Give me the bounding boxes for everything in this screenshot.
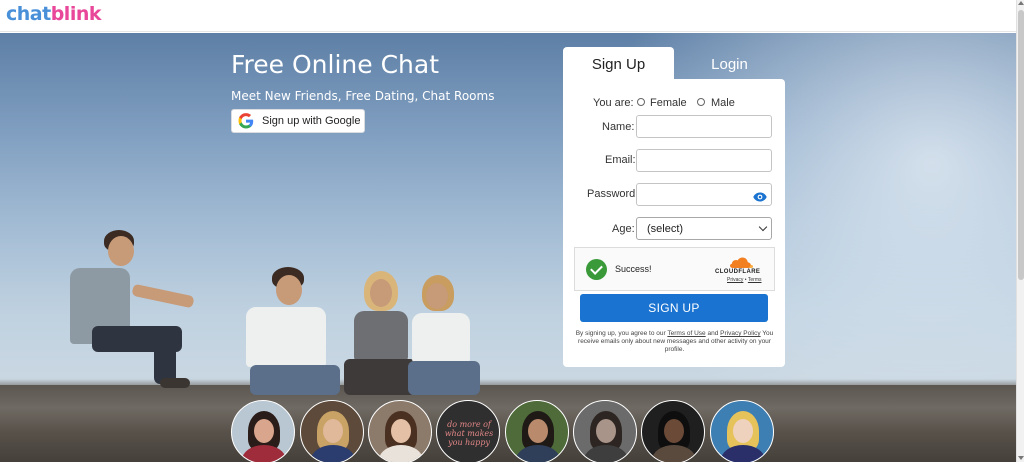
scroll-up-icon[interactable] <box>1018 1 1024 5</box>
you-are-label: You are: <box>593 97 634 109</box>
hero-person <box>240 267 350 397</box>
age-select-value: (select) <box>647 222 684 235</box>
cloudflare-links: Privacy • Terms <box>727 277 762 283</box>
logo-part-2: blink <box>50 3 102 25</box>
cloudflare-terms-link[interactable]: Terms <box>748 277 762 283</box>
cloudflare-text: CLOUDFLARE <box>715 269 761 275</box>
terms-of-use-link[interactable]: Terms of Use <box>667 330 705 337</box>
cloudflare-privacy-link[interactable]: Privacy <box>727 277 743 283</box>
hero-title: Free Online Chat <box>231 50 440 79</box>
profile-avatar[interactable]: do more of what makes you happy <box>436 400 500 462</box>
profile-avatar[interactable] <box>641 400 705 462</box>
hero-person <box>62 228 212 398</box>
signup-button[interactable]: SIGN UP <box>580 294 768 322</box>
female-radio-label[interactable]: Female <box>650 97 687 109</box>
profile-avatar[interactable] <box>368 400 432 462</box>
terms-notice: By signing up, you agree to our Terms of… <box>575 330 774 353</box>
page-scrollbar[interactable] <box>1016 0 1024 462</box>
hero-background <box>0 33 1016 462</box>
top-bar: chatblink <box>0 0 1024 32</box>
google-signup-button[interactable]: Sign up with Google <box>231 109 365 133</box>
name-field[interactable] <box>636 115 772 138</box>
scroll-down-icon[interactable] <box>1018 456 1024 460</box>
profile-avatar[interactable] <box>573 400 637 462</box>
hero-subtitle: Meet New Friends, Free Dating, Chat Room… <box>231 89 495 103</box>
google-signup-label: Sign up with Google <box>262 115 361 127</box>
profile-avatar[interactable] <box>505 400 569 462</box>
chevron-down-icon <box>758 222 768 232</box>
logo-part-1: chat <box>6 3 51 25</box>
male-radio[interactable] <box>697 98 705 106</box>
check-icon <box>586 259 607 280</box>
name-label: Name: <box>602 121 635 133</box>
captcha-widget[interactable]: Success! CLOUDFLARE Privacy • Terms <box>574 247 775 291</box>
cloudflare-cloud-icon <box>729 256 753 268</box>
logo[interactable]: chatblink <box>6 3 102 25</box>
password-field[interactable] <box>636 183 772 206</box>
google-icon <box>238 113 254 129</box>
profile-avatar[interactable] <box>300 400 364 462</box>
email-label: Email: <box>605 154 636 166</box>
avatar-quote: do more of what makes you happy <box>444 419 494 447</box>
hero-person <box>404 275 484 397</box>
age-label: Age: <box>612 223 635 235</box>
profile-avatar[interactable] <box>710 400 774 462</box>
captcha-status: Success! <box>615 264 652 274</box>
email-field[interactable] <box>636 149 772 172</box>
scrollbar-thumb[interactable] <box>1018 10 1024 280</box>
female-radio[interactable] <box>637 98 645 106</box>
privacy-policy-link[interactable]: Privacy Policy <box>720 330 760 337</box>
tab-login[interactable]: Login <box>674 47 785 81</box>
male-radio-label[interactable]: Male <box>711 97 735 109</box>
profile-avatar[interactable] <box>231 400 295 462</box>
tab-signup[interactable]: Sign Up <box>563 47 674 81</box>
eye-icon[interactable] <box>753 189 767 202</box>
age-select[interactable]: (select) <box>636 217 772 240</box>
password-label: Password: <box>587 188 639 200</box>
cloudflare-link-separator: • <box>744 277 747 283</box>
